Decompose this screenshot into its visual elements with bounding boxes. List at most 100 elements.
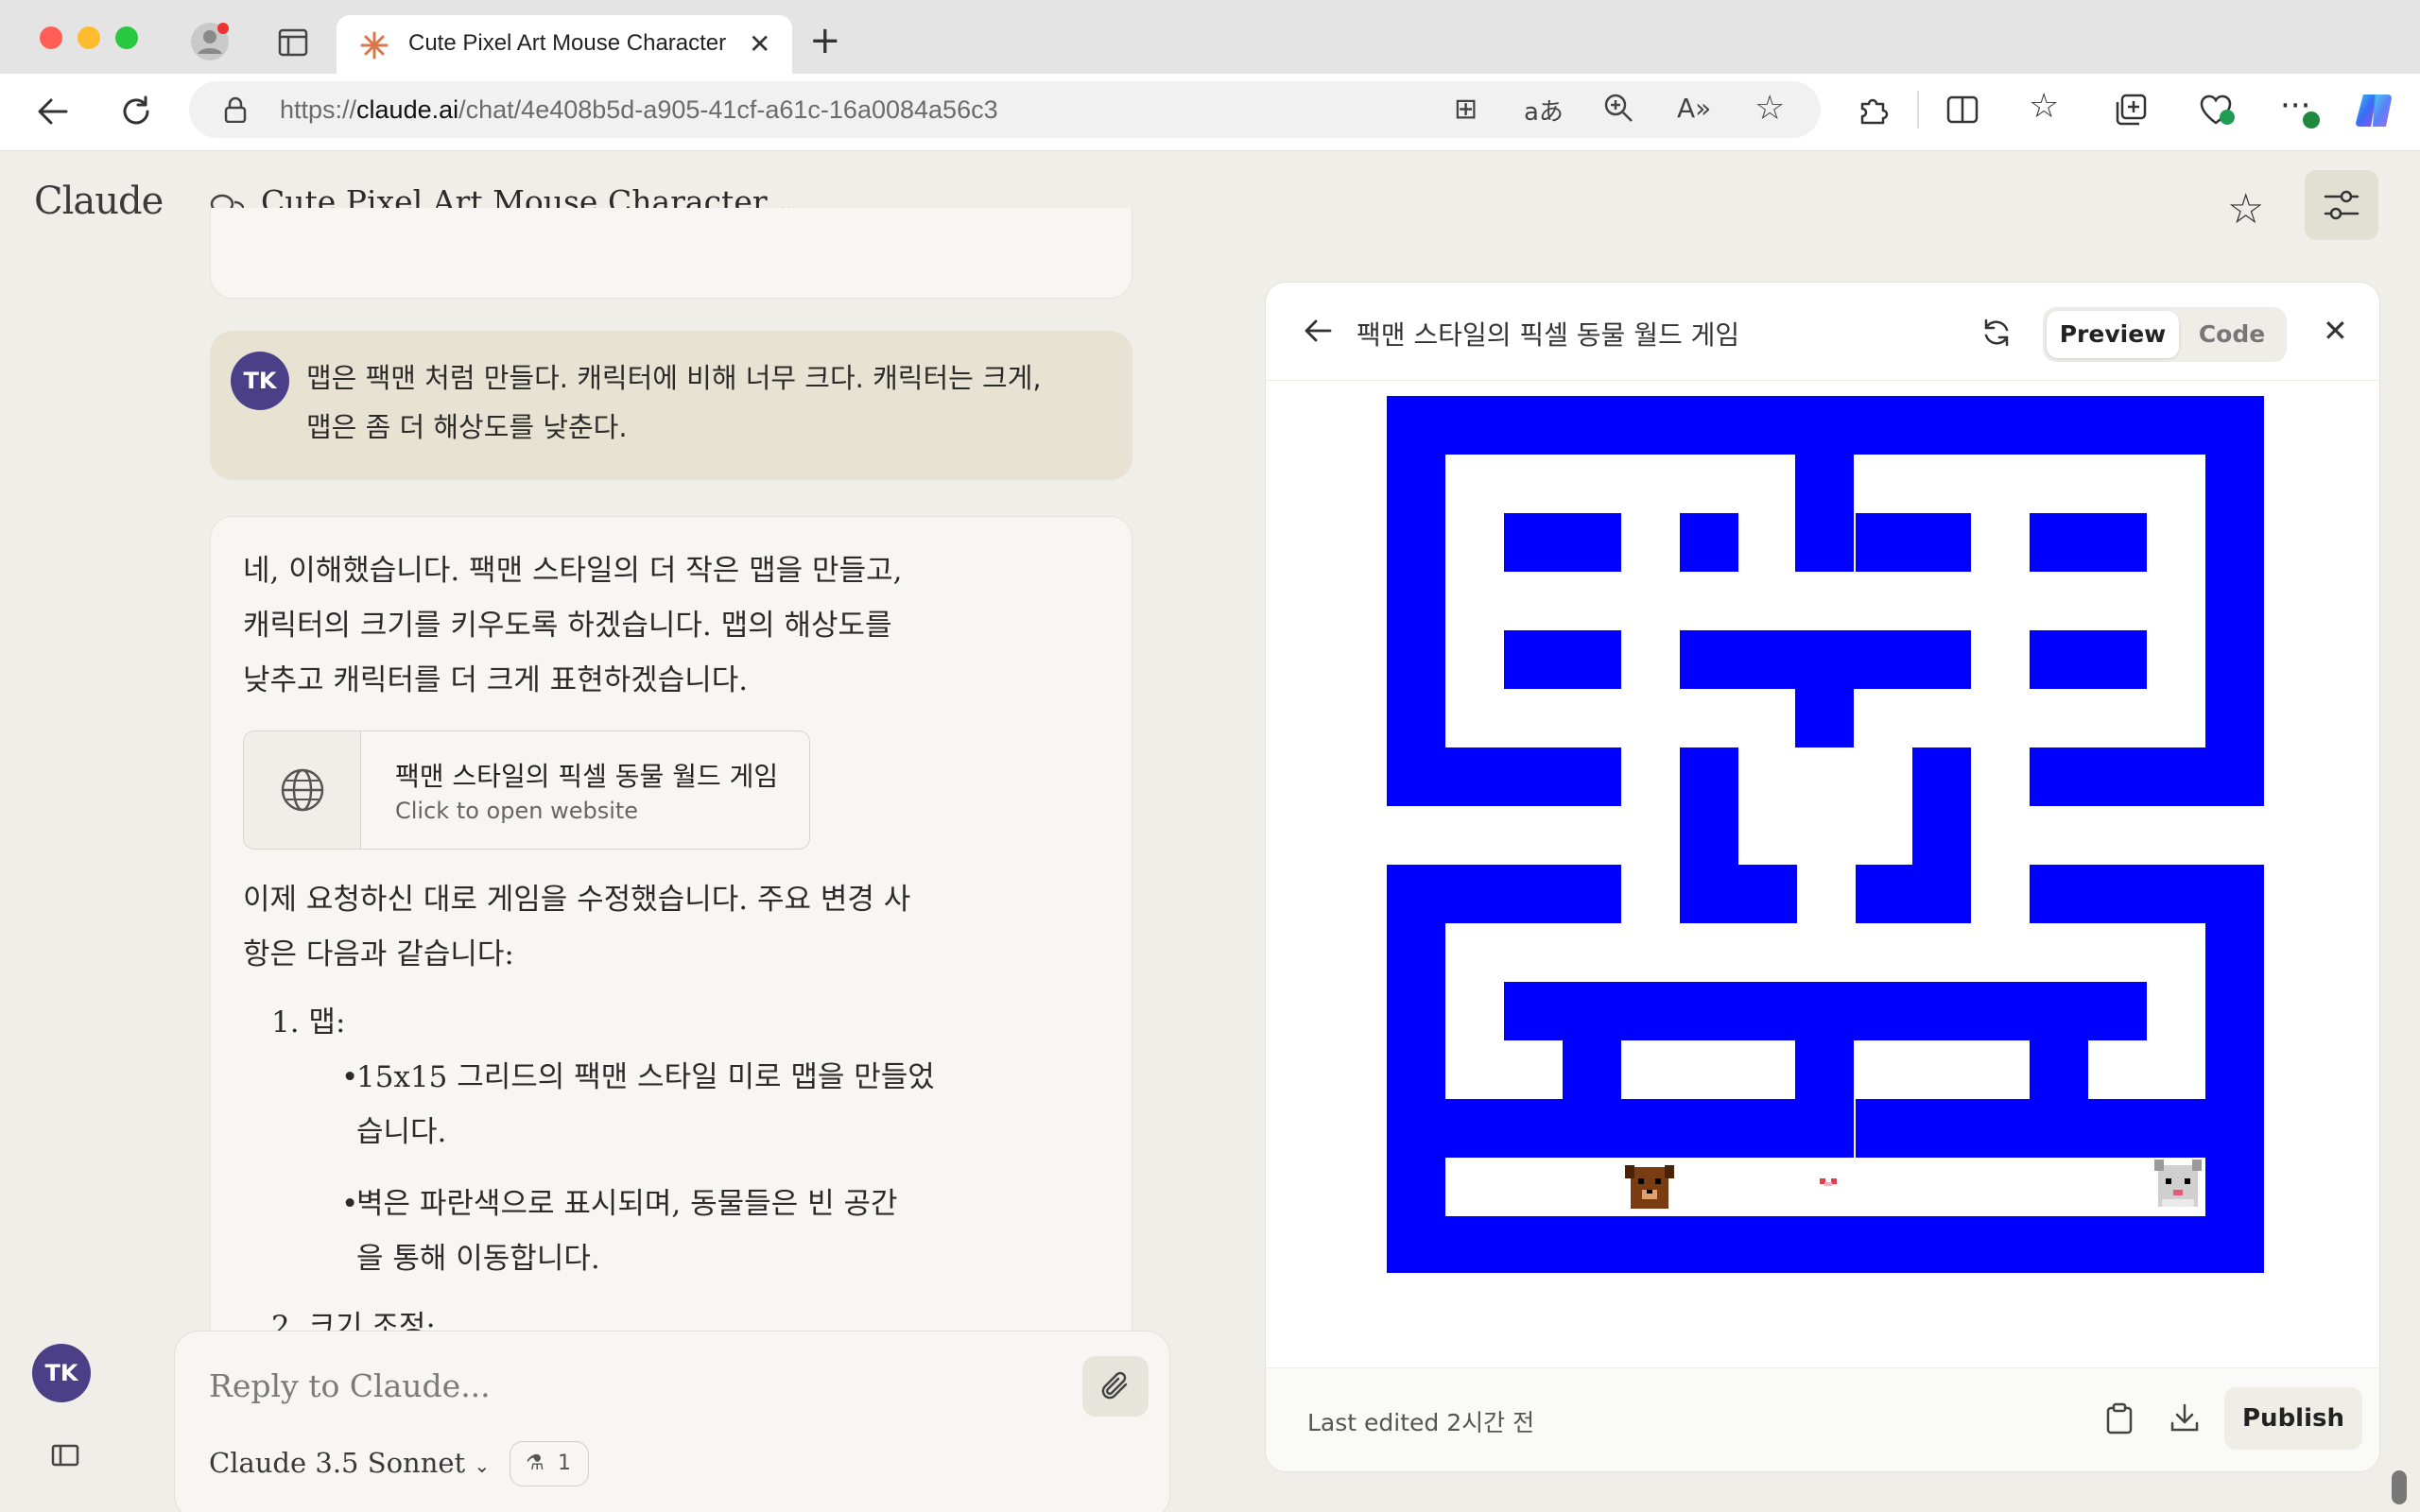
claude-logo[interactable]: Claude [34, 180, 164, 223]
reload-icon[interactable] [115, 94, 157, 129]
feature-count: 1 [558, 1452, 571, 1475]
maze-wall [1856, 865, 1912, 923]
maze-wall [1795, 689, 1854, 747]
maze-path [1621, 747, 1680, 923]
view-toggle: Preview Code [2043, 307, 2287, 362]
maze-path [1621, 630, 1680, 747]
account-avatar[interactable]: TK [32, 1344, 91, 1402]
maze-wall [2030, 747, 2264, 806]
artifact-panel-title: 팩맨 스타일의 픽셀 동물 월드 게임 [1357, 319, 1740, 351]
browser-tab-bar: Cute Pixel Art Mouse Character ✕ + [0, 0, 2420, 74]
download-icon[interactable] [2169, 1402, 2200, 1436]
tab-code[interactable]: Code [2181, 311, 2283, 358]
maze-path [1621, 455, 1680, 630]
bullet-dot: • [341, 1060, 359, 1094]
claude-favicon-icon [359, 30, 389, 64]
collections-icon[interactable] [2114, 93, 2148, 130]
model-selector[interactable]: Claude 3.5 Sonnet ⌄ [209, 1447, 490, 1479]
maze-wall [1563, 982, 1621, 1158]
assistant-line: 이제 요청하신 대로 게임을 수정했습니다. 주요 변경 사 [243, 883, 911, 917]
bullet-dot: • [341, 1187, 359, 1221]
artifact-subtitle: Click to open website [395, 798, 639, 824]
sliders-icon [2324, 189, 2360, 225]
maze-path [1854, 689, 1971, 747]
chat-controls-button[interactable] [2305, 170, 2378, 240]
minimize-window-button[interactable] [78, 26, 100, 49]
browser-tab-active[interactable]: Cute Pixel Art Mouse Character ✕ [337, 15, 792, 74]
last-edited-label: Last edited 2시간 전 [1307, 1409, 1535, 1436]
flask-icon: ⚗ [526, 1452, 544, 1475]
maze-wall [2030, 513, 2147, 572]
maze-wall [1504, 513, 1621, 572]
tab-actions-icon[interactable] [278, 28, 308, 60]
artifact-panel: 팩맨 스타일의 픽셀 동물 월드 게임 Preview Code ✕ Last … [1265, 282, 2380, 1472]
maze-wall [1504, 630, 1621, 689]
artifact-icon-box [244, 731, 361, 849]
favorites-icon[interactable]: ☆ [2029, 87, 2059, 126]
favorite-star-icon[interactable]: ☆ [1754, 89, 1785, 128]
address-bar[interactable]: https://claude.ai/chat/4e408b5d-a905-41c… [189, 81, 1821, 138]
reply-input[interactable]: Reply to Claude... [209, 1367, 491, 1404]
zoom-icon[interactable] [1603, 93, 1634, 127]
maximize-window-button[interactable] [115, 26, 138, 49]
maze-wall [1795, 982, 1854, 1158]
scrollbar-thumb[interactable] [2392, 1470, 2407, 1504]
url-text[interactable]: https://claude.ai/chat/4e408b5d-a905-41c… [280, 95, 998, 125]
assistant-line: 네, 이해했습니다. 팩맨 스타일의 더 작은 맵을 만들고, [243, 554, 903, 588]
user-message-line: 맵은 팩맨 처럼 만들다. 캐릭터에 비해 너무 크다. 캐릭터는 크게, [306, 362, 1042, 394]
publish-button[interactable]: Publish [2224, 1387, 2362, 1450]
profile-icon[interactable] [189, 21, 231, 62]
artifact-card[interactable]: 팩맨 스타일의 픽셀 동물 월드 게임 Click to open websit… [243, 730, 810, 850]
artifact-title: 팩맨 스타일의 픽셀 동물 월드 게임 [395, 761, 779, 792]
previous-message-card [210, 208, 1132, 299]
attach-button[interactable] [1082, 1356, 1149, 1417]
bullet-line: 벽은 파란색으로 표시되며, 동물들은 빈 공간 [356, 1187, 898, 1221]
maze-path [1445, 1040, 1563, 1099]
tab-preview[interactable]: Preview [2047, 311, 2179, 358]
lock-icon[interactable] [223, 96, 248, 127]
maze-path [1797, 806, 1856, 923]
sidebar-toggle-icon[interactable] [51, 1444, 79, 1470]
assistant-intro: 네, 이해했습니다. 팩맨 스타일의 더 작은 맵을 만들고, 캐릭터의 크기를… [243, 543, 1056, 708]
extensions-icon[interactable] [1857, 93, 1891, 130]
refresh-icon[interactable] [1980, 317, 2013, 352]
dog-character [1625, 1165, 1674, 1209]
read-aloud-icon[interactable]: A» [1677, 93, 1711, 124]
split-screen-icon[interactable] [1945, 93, 1979, 130]
chevron-down-icon: ⌄ [474, 1454, 491, 1477]
maze-wall [1445, 1099, 1504, 1158]
copilot-icon[interactable] [2354, 89, 2397, 136]
app-available-icon[interactable]: ⊞ [1454, 93, 1478, 126]
maze-path [1445, 1158, 2205, 1216]
maze-wall [1912, 747, 1971, 923]
update-badge-icon [2303, 112, 2320, 129]
reply-composer[interactable]: Reply to Claude... Claude 3.5 Sonnet ⌄ ⚗… [174, 1331, 1170, 1512]
pacman-maze[interactable] [1387, 396, 2264, 1273]
maze-wall [1680, 513, 1738, 572]
user-message-line: 맵은 좀 더 해상도를 낮춘다. [306, 411, 628, 443]
assistant-line: 캐릭터의 크기를 키우도록 하겠습니다. 맵의 해상도를 [243, 609, 892, 643]
toolbar-divider [1917, 91, 1919, 129]
list-item-1: 1. 맵: [271, 1005, 346, 1040]
copy-icon[interactable] [2105, 1402, 2134, 1438]
list-bullet: • 벽은 파란색으로 표시되며, 동물들은 빈 공간 을 통해 이동합니다. [243, 1177, 1056, 1286]
new-tab-icon[interactable]: + [809, 19, 841, 62]
maze-path [1387, 806, 1621, 865]
close-panel-icon[interactable]: ✕ [2323, 313, 2348, 349]
paperclip-icon [1099, 1369, 1132, 1407]
close-window-button[interactable] [40, 26, 62, 49]
maze-wall [1680, 630, 1971, 689]
url-domain: claude.ai [356, 95, 459, 124]
assistant-line: 항은 다음과 같습니다: [243, 937, 514, 971]
artifact-panel-footer: Last edited 2시간 전 Publish [1266, 1367, 2379, 1471]
translate-icon[interactable]: aあ [1524, 93, 1564, 128]
star-chat-icon[interactable]: ☆ [2227, 185, 2264, 233]
feature-pill[interactable]: ⚗ 1 [510, 1441, 589, 1486]
back-icon[interactable] [32, 94, 74, 129]
maze-path [1680, 689, 1797, 747]
user-message: TK 맵은 팩맨 처럼 만들다. 캐릭터에 비해 너무 크다. 캐릭터는 크게,… [210, 331, 1132, 480]
back-arrow-icon[interactable] [1302, 315, 1334, 351]
close-tab-icon[interactable]: ✕ [749, 28, 770, 60]
maze-path [1445, 923, 2205, 982]
performance-heart-icon[interactable] [2199, 93, 2237, 130]
